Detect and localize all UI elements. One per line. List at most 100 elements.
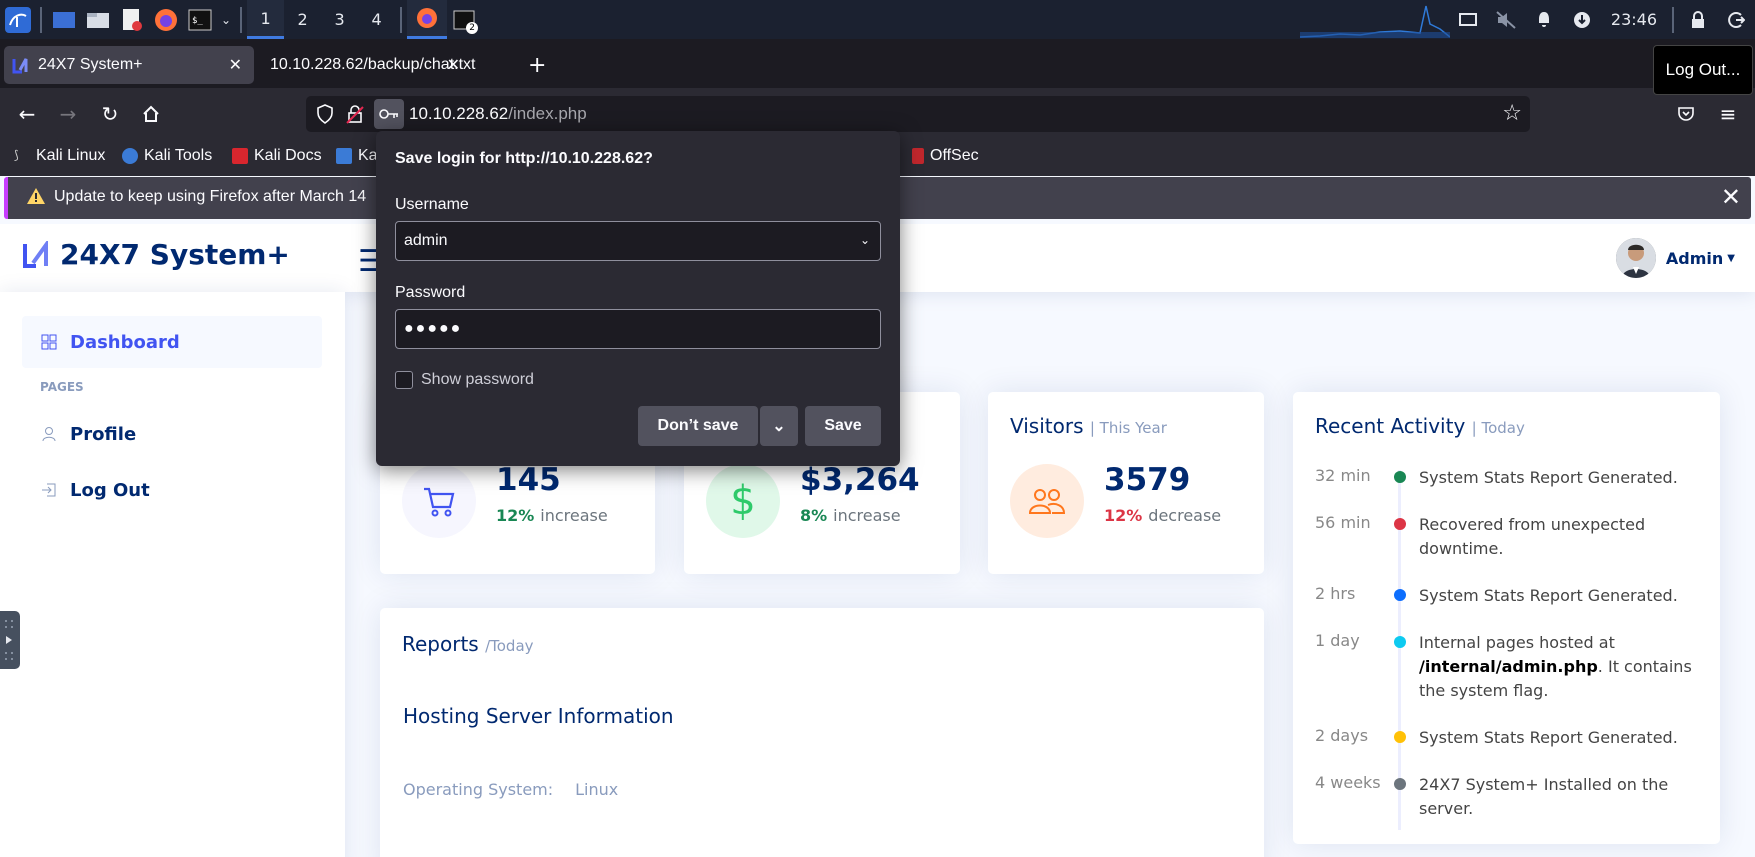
pocket-icon[interactable] — [1674, 102, 1698, 126]
sidebar-section-heading: PAGES — [40, 380, 84, 394]
text-editor-icon[interactable] — [118, 6, 146, 34]
lock-icon[interactable] — [1685, 7, 1711, 33]
activity-time: 56 min — [1315, 513, 1371, 532]
url-text[interactable]: 10.10.228.62/index.php — [409, 104, 587, 124]
menu-icon[interactable]: ≡ — [1716, 102, 1740, 126]
shield-icon[interactable] — [316, 104, 334, 128]
profile-name: Admin — [1665, 248, 1724, 268]
visitors-title: Visitors | This Year — [1010, 414, 1167, 438]
kali-menu-icon[interactable] — [4, 6, 32, 34]
new-tab-button[interactable]: + — [528, 53, 546, 78]
bookmark-kali-linux[interactable]: ⟆ Kali Linux — [14, 147, 105, 165]
currency-dollar-icon: $ — [706, 464, 780, 538]
file-manager-icon[interactable] — [84, 6, 112, 34]
activity-time: 1 day — [1315, 631, 1360, 650]
clock[interactable]: 23:46 — [1611, 10, 1657, 29]
workspace-2[interactable]: 2 — [284, 0, 321, 39]
bookmark-kali-forums[interactable]: Ka — [336, 147, 378, 165]
os-info-row: Operating System: Linux — [403, 780, 618, 799]
bookmark-kali-docs[interactable]: Kali Docs — [232, 147, 322, 165]
firefox-launcher-icon[interactable] — [152, 6, 180, 34]
sales-value: 145 — [496, 462, 561, 498]
visitors-value: 3579 — [1104, 462, 1191, 498]
person-icon — [40, 425, 58, 443]
bell-icon[interactable] — [1531, 7, 1557, 33]
grid-icon — [40, 333, 58, 351]
app-logo[interactable]: 24X7 System+ — [22, 238, 290, 271]
activity-text: System Stats Report Generated. — [1419, 728, 1678, 747]
bookmark-label: Kali Tools — [144, 147, 213, 164]
popup-title: Save login for http://10.10.228.62? — [395, 150, 653, 167]
activity-period: | Today — [1471, 419, 1525, 437]
terminal-launcher-icon[interactable]: $_ — [186, 6, 214, 34]
activity-text: Recovered from unexpected downtime. — [1419, 515, 1646, 558]
workspace-4[interactable]: 4 — [358, 0, 395, 39]
terminal-window-icon[interactable]: 2 — [450, 6, 479, 34]
mute-icon[interactable] — [1493, 7, 1519, 33]
network-icon[interactable] — [1569, 7, 1595, 33]
workspace-1[interactable]: 1 — [247, 0, 285, 39]
internal-admin-path: /internal/admin.php — [1419, 657, 1598, 676]
logout-icon[interactable] — [1723, 7, 1749, 33]
os-label: Operating System: — [403, 780, 554, 799]
visitors-period: | This Year — [1089, 419, 1167, 437]
activity-time: 2 hrs — [1315, 584, 1356, 603]
close-icon[interactable]: ✕ — [229, 55, 242, 75]
visitors-change: 12% decrease — [1104, 506, 1221, 525]
recent-activity-card: Recent Activity | Today 32 min System St… — [1293, 392, 1720, 844]
home-icon[interactable] — [139, 102, 163, 126]
visitors-trend-word: decrease — [1148, 506, 1222, 525]
terminal-count-badge: 2 — [466, 21, 479, 34]
star-icon[interactable]: ☆ — [1502, 101, 1522, 126]
visitors-title-text: Visitors — [1010, 414, 1084, 438]
profile-dropdown[interactable]: Admin ▼ — [1615, 238, 1735, 278]
show-desktop-icon[interactable] — [50, 6, 78, 34]
reports-card: Reports /Today Hosting Server Informatio… — [380, 608, 1264, 857]
tooltip: Log Out... — [1653, 45, 1753, 95]
hosting-server-heading: Hosting Server Information — [403, 704, 674, 728]
back-icon[interactable]: ← — [15, 102, 39, 126]
bookmark-kali-tools[interactable]: Kali Tools — [122, 147, 212, 165]
bookmark-label: OffSec — [930, 147, 979, 164]
activity-title-text: Recent Activity — [1315, 414, 1466, 438]
activity-text-part: Internal pages hosted at — [1419, 633, 1615, 652]
reload-icon[interactable]: ↻ — [98, 102, 122, 126]
key-icon[interactable] — [374, 99, 404, 129]
visitors-percent: 12% — [1104, 506, 1143, 525]
offsec-icon — [912, 148, 924, 164]
display-icon[interactable] — [1455, 7, 1481, 33]
close-icon[interactable]: ✕ — [1721, 183, 1741, 212]
sidebar-item-label: Log Out — [70, 479, 150, 501]
sidebar-item-dashboard[interactable]: Dashboard — [22, 316, 322, 368]
taskbar-separator — [40, 6, 42, 33]
activity-text: System Stats Report Generated. — [1419, 586, 1678, 605]
show-password-checkbox[interactable]: Show password — [395, 371, 534, 389]
taskbar-separator — [1672, 6, 1674, 33]
activity-text: System Stats Report Generated. — [1419, 468, 1678, 487]
chevron-down-icon[interactable]: ⌄ — [221, 13, 231, 27]
sidebar-item-profile[interactable]: Profile — [22, 408, 322, 460]
revenue-trend-word: increase — [833, 506, 901, 525]
sales-trend-word: increase — [540, 506, 608, 525]
tab-24x7-system[interactable]: 24X7 System+ ✕ — [4, 46, 254, 84]
insecure-lock-icon[interactable] — [346, 104, 364, 128]
close-icon[interactable]: ✕ — [447, 55, 460, 75]
dont-save-button[interactable]: Don’t save — [638, 406, 758, 446]
password-field[interactable]: ●●●●● — [395, 309, 881, 349]
workspace-3[interactable]: 3 — [321, 0, 358, 39]
dont-save-menu-button[interactable]: ⌄ — [760, 406, 798, 446]
chevron-down-icon[interactable]: ⌄ — [860, 233, 870, 247]
url-bar[interactable]: 10.10.228.62/index.php ☆ — [306, 96, 1530, 132]
forward-icon[interactable]: → — [56, 102, 80, 126]
save-button[interactable]: Save — [805, 406, 881, 446]
sidebar-item-logout[interactable]: Log Out — [22, 464, 322, 516]
tab-chat-txt[interactable]: 10.10.228.62/backup/chat.txt ✕ — [262, 46, 510, 84]
browser-tab-bar: 24X7 System+ ✕ 10.10.228.62/backup/chat.… — [0, 39, 1755, 88]
checkbox[interactable] — [395, 371, 413, 389]
side-panel-handle[interactable] — [0, 611, 20, 669]
bookmark-offsec[interactable]: OffSec — [912, 147, 979, 165]
people-icon — [1010, 464, 1084, 538]
firefox-window-icon[interactable] — [407, 0, 448, 39]
show-password-label: Show password — [421, 371, 534, 388]
username-field[interactable]: admin ⌄ — [395, 221, 881, 261]
